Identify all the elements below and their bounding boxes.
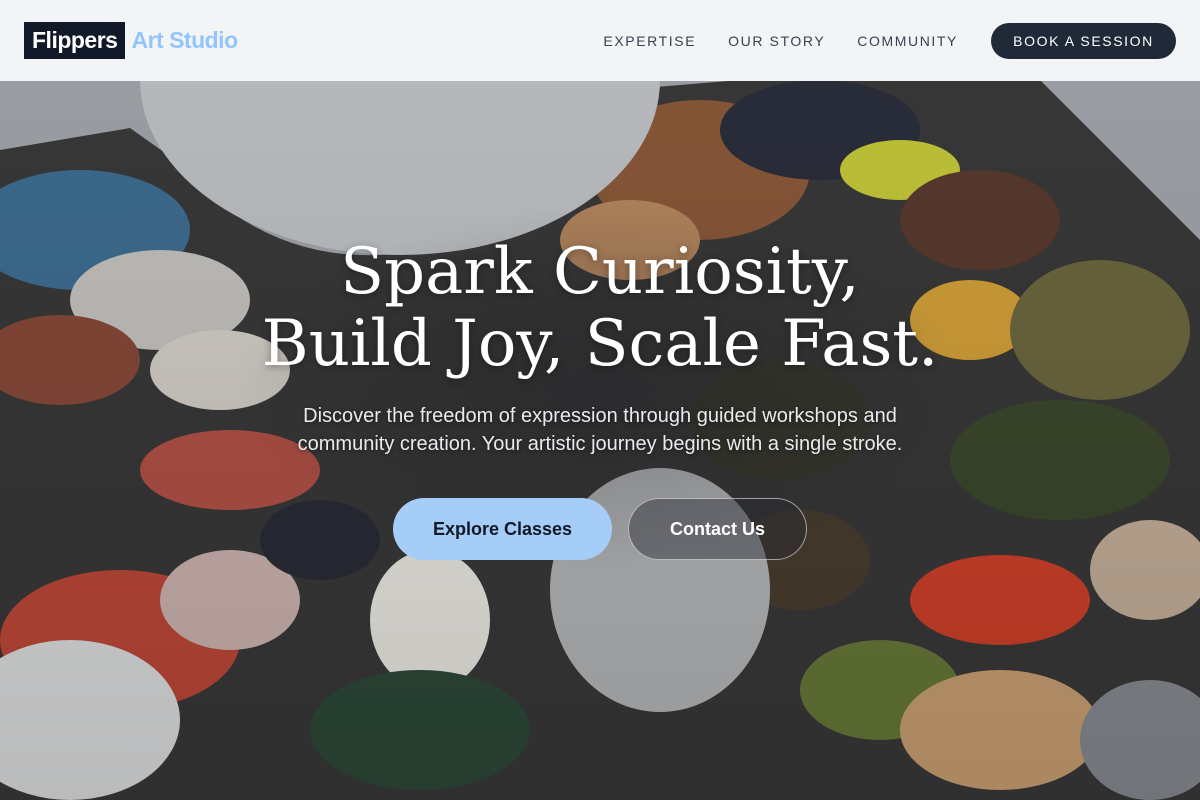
nav-link-our-story[interactable]: OUR STORY [728,33,825,49]
hero-content: Spark Curiosity, Build Joy, Scale Fast. … [0,236,1200,560]
brand-name: Flippers [24,22,126,59]
headline-line-1: Spark Curiosity, [340,235,860,309]
headline-line-2: Build Joy, Scale Fast. [261,307,939,381]
brand-suffix: Art Studio [131,27,238,53]
site-header: Flippers Art Studio EXPERTISE OUR STORY … [0,0,1200,81]
nav-link-community[interactable]: COMMUNITY [857,33,958,49]
contact-us-button[interactable]: Contact Us [628,498,807,560]
hero-actions: Explore Classes Contact Us [0,498,1200,560]
brand-logo[interactable]: Flippers Art Studio [24,22,238,59]
hero-headline: Spark Curiosity, Build Joy, Scale Fast. [0,236,1200,380]
book-session-button[interactable]: BOOK A SESSION [991,22,1176,59]
explore-classes-button[interactable]: Explore Classes [393,498,612,560]
main-nav: EXPERTISE OUR STORY COMMUNITY BOOK A SES… [603,22,1176,59]
nav-link-expertise[interactable]: EXPERTISE [603,33,696,49]
hero-subtext: Discover the freedom of expression throu… [297,405,903,455]
